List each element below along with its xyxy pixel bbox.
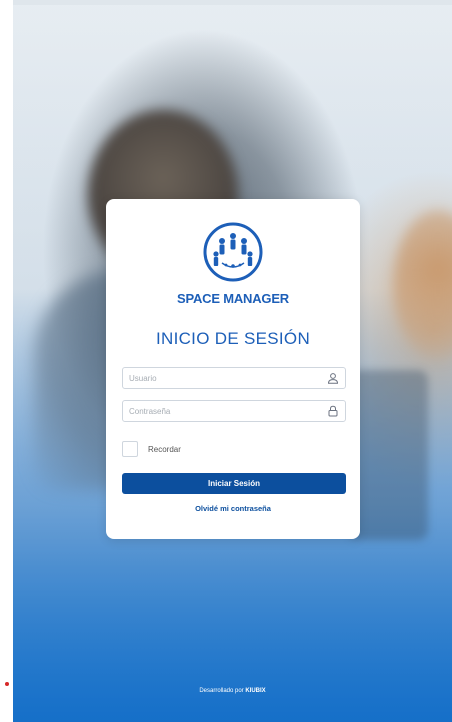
login-card: SPACE MANAGER INICIO DE SESIÓN Recordar …: [106, 199, 360, 539]
brand-name: SPACE MANAGER: [176, 291, 289, 306]
remember-row: Recordar: [122, 440, 181, 458]
forgot-password-link[interactable]: Olvidé mi contraseña: [106, 504, 360, 513]
password-input[interactable]: [123, 401, 319, 422]
footer-credit: Desarrollado por KIUBIX: [13, 688, 452, 694]
left-margin: [0, 0, 14, 722]
remember-checkbox[interactable]: [122, 441, 138, 457]
lock-icon: [328, 405, 338, 417]
background-person-right: [393, 210, 452, 360]
username-field[interactable]: [122, 367, 346, 389]
background-chair: [348, 370, 428, 540]
page-title: INICIO DE SESIÓN: [155, 329, 311, 348]
login-button[interactable]: Iniciar Sesión: [122, 473, 346, 494]
remember-label: Recordar: [148, 444, 181, 454]
user-icon: [327, 373, 339, 384]
people-network-icon: [203, 222, 263, 282]
top-border: [13, 0, 452, 5]
footer-prefix: Desarrollado por: [199, 688, 244, 694]
username-input[interactable]: [123, 368, 319, 389]
password-field[interactable]: [122, 400, 346, 422]
red-dot: [5, 682, 9, 686]
footer-company[interactable]: KIUBIX: [245, 688, 265, 694]
